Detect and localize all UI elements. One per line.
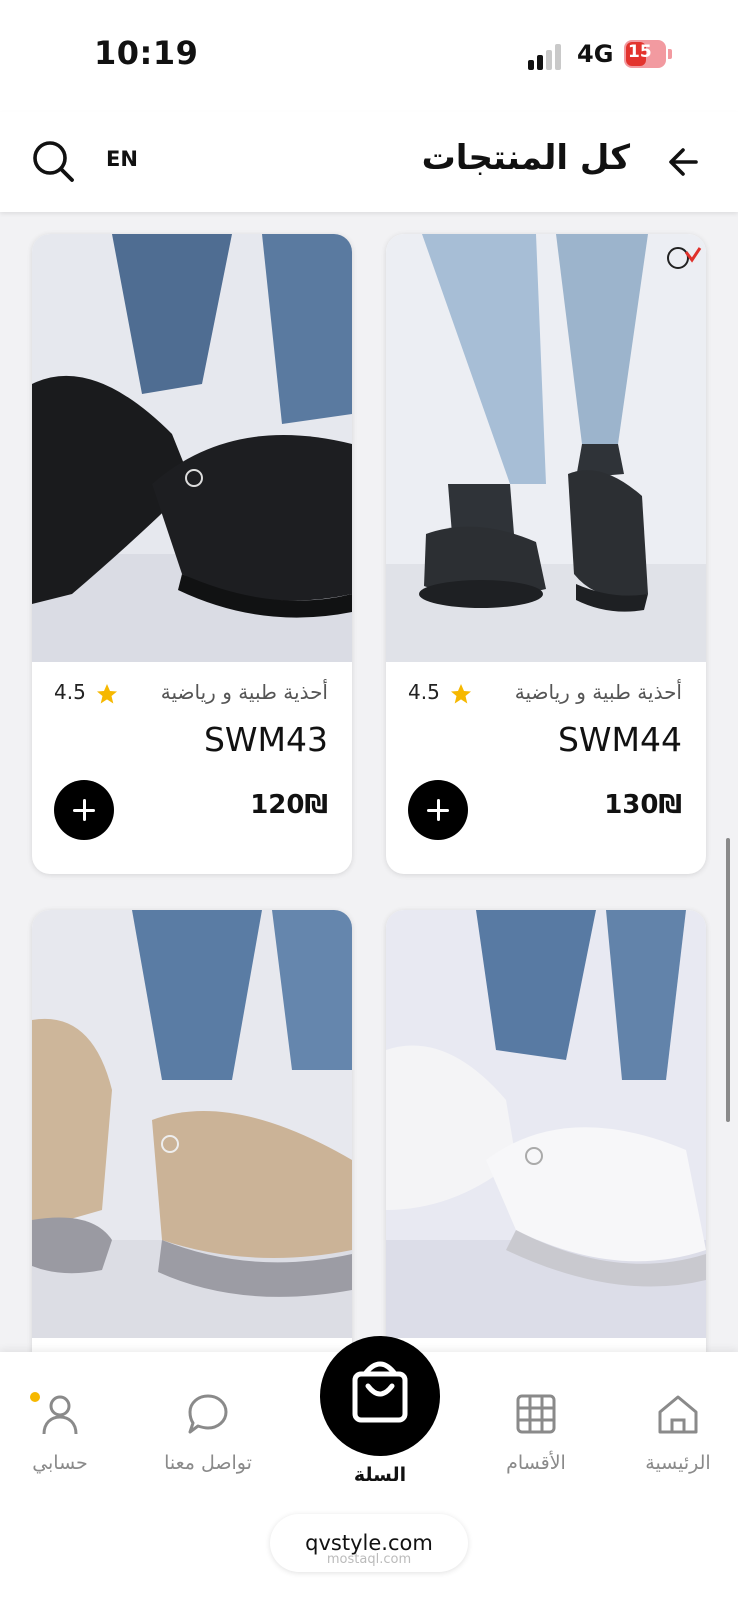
product-price: 130₪	[604, 790, 682, 820]
product-code: SWM44	[557, 720, 682, 759]
product-card[interactable]	[386, 910, 706, 1352]
nav-categories-label: الأقسام	[506, 1452, 566, 1474]
add-to-cart-button[interactable]	[408, 780, 468, 840]
product-rating: 4.5	[54, 680, 86, 704]
scroll-indicator[interactable]	[726, 838, 730, 1122]
product-card[interactable]	[32, 910, 352, 1352]
nav-home-label: الرئيسية	[645, 1452, 711, 1474]
search-icon[interactable]	[30, 138, 78, 186]
product-image	[386, 910, 706, 1338]
battery-icon: 15	[624, 40, 672, 68]
network-type: 4G	[577, 40, 614, 68]
star-icon	[97, 684, 117, 704]
nav-contact[interactable]: تواصل معنا	[148, 1390, 268, 1474]
back-arrow-icon[interactable]	[664, 142, 704, 182]
add-to-cart-button[interactable]	[54, 780, 114, 840]
app-header: كل المنتجات EN	[0, 112, 738, 212]
product-image	[386, 234, 706, 662]
notification-dot	[30, 1392, 40, 1402]
cart-button[interactable]	[320, 1336, 440, 1456]
user-icon	[42, 1395, 78, 1435]
status-time: 10:19	[94, 34, 199, 72]
product-category: أحذية طبية و رياضية	[160, 680, 328, 704]
product-category: أحذية طبية و رياضية	[514, 680, 682, 704]
status-bar: 10:19 4G 15	[0, 0, 738, 112]
page-title: كل المنتجات	[421, 138, 630, 178]
product-rating: 4.5	[408, 680, 440, 704]
product-card[interactable]: أحذية طبية و رياضية 4.5 SWM44 130₪	[386, 234, 706, 874]
product-image	[32, 910, 352, 1338]
nav-account-label: حسابي	[32, 1452, 88, 1474]
chat-bubble-icon	[188, 1394, 228, 1434]
grid-icon	[516, 1394, 556, 1434]
product-price: 120₪	[250, 790, 328, 820]
nav-contact-label: تواصل معنا	[164, 1452, 252, 1474]
product-grid: أحذية طبية و رياضية 4.5 SWM44 130₪ أحذية…	[0, 212, 738, 1352]
shopping-bag-icon	[352, 1361, 408, 1423]
nav-account[interactable]: حسابي	[0, 1390, 120, 1474]
nav-cart-label: السلة	[353, 1464, 407, 1486]
product-image	[32, 234, 352, 662]
battery-level: 15	[628, 42, 652, 62]
nav-home[interactable]: الرئيسية	[618, 1390, 738, 1474]
signal-icon	[528, 44, 566, 70]
home-icon	[658, 1395, 698, 1434]
product-card[interactable]: أحذية طبية و رياضية 4.5 SWM43 120₪	[32, 234, 352, 874]
nav-categories[interactable]: الأقسام	[476, 1390, 596, 1474]
watermark: mostaql.com	[326, 1552, 412, 1567]
product-code: SWM43	[203, 720, 328, 759]
language-toggle[interactable]: EN	[106, 147, 138, 171]
star-icon	[451, 684, 471, 704]
bottom-navigation: الرئيسية الأقسام السلة تواصل معنا حسابي	[0, 1336, 738, 1600]
